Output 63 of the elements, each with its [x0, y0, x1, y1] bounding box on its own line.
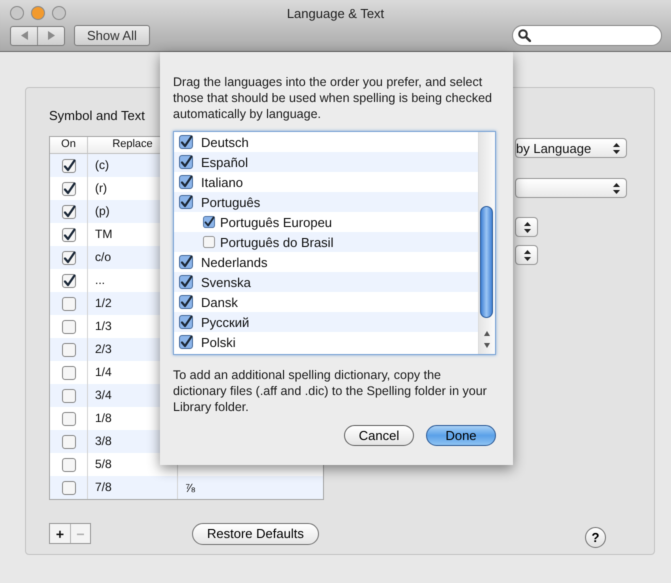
checkbox[interactable]: [62, 228, 76, 242]
language-name: Português do Brasil: [220, 234, 334, 250]
language-name: Nederlands: [201, 254, 268, 270]
checkbox[interactable]: [179, 255, 193, 269]
table-cell: 7/8: [88, 476, 178, 499]
instructions-text: Drag the languages into the order you prefer, and select those that should be used when spelling is being checked automatically by language.: [173, 74, 493, 122]
checkbox[interactable]: [203, 216, 215, 228]
checkbox[interactable]: [62, 412, 76, 426]
language-name: Italiano: [201, 174, 243, 190]
checkbox[interactable]: [179, 275, 193, 289]
checkbox[interactable]: [62, 296, 76, 310]
checkbox[interactable]: [62, 158, 76, 172]
updown-arrows-icon: [524, 250, 530, 260]
dialog-button[interactable]: Cancel: [344, 425, 414, 446]
checkbox[interactable]: [62, 274, 76, 288]
help-button[interactable]: ?: [585, 527, 606, 548]
checkbox[interactable]: [62, 250, 76, 264]
checkbox[interactable]: [62, 366, 76, 380]
checkbox[interactable]: [179, 335, 193, 349]
checkbox[interactable]: [62, 342, 76, 356]
checkbox[interactable]: [62, 388, 76, 402]
language-name: Dansk: [201, 294, 238, 310]
checkbox[interactable]: [62, 182, 76, 196]
language-name: Português Europeu: [220, 214, 332, 230]
forward-icon: [48, 31, 54, 40]
window-title: Language & Text: [286, 6, 384, 21]
checkbox[interactable]: [62, 204, 76, 218]
language-name: Español: [201, 154, 248, 170]
section-label: Symbol and Text: [49, 108, 145, 123]
updown-arrows-icon: [612, 142, 620, 154]
checkbox[interactable]: [179, 295, 193, 309]
restore-defaults-button[interactable]: Restore Defaults: [192, 522, 319, 544]
show-all-button[interactable]: Show All: [74, 25, 150, 46]
checkbox[interactable]: [179, 135, 193, 149]
checkbox[interactable]: [179, 195, 193, 209]
language-list[interactable]: Deutsch Español Italiano Português Português Europeu Português do Brasil Nederlands Svenska Dansk Русский Polski: [173, 131, 496, 355]
back-icon: [20, 31, 28, 40]
updown-arrows-icon: [612, 182, 620, 194]
updown-arrows-icon: [524, 222, 530, 232]
checkbox[interactable]: [62, 480, 76, 494]
search-icon: [518, 29, 531, 42]
popup-menu[interactable]: [515, 217, 538, 237]
checkbox[interactable]: [62, 458, 76, 472]
checkbox[interactable]: [203, 236, 215, 248]
add-button[interactable]: +: [50, 524, 70, 543]
popup-menu[interactable]: by Language: [515, 138, 627, 158]
table-cell: ⅞: [185, 480, 196, 494]
popup-menu[interactable]: [515, 245, 538, 265]
column-header[interactable]: On: [50, 137, 88, 153]
language-name: Polski: [201, 334, 236, 350]
back-forward-control[interactable]: [10, 26, 65, 46]
language-name: Deutsch: [201, 134, 249, 150]
checkbox[interactable]: [179, 175, 193, 189]
language-name: Português: [201, 194, 260, 210]
search-field[interactable]: [512, 25, 662, 46]
scrollbar[interactable]: [478, 132, 495, 354]
checkbox[interactable]: [62, 434, 76, 448]
language-name: Svenska: [201, 274, 251, 290]
checkbox[interactable]: [179, 155, 193, 169]
language-name: Русский: [201, 314, 250, 330]
checkbox[interactable]: [62, 320, 76, 334]
checkbox[interactable]: [179, 315, 193, 329]
dialog-button[interactable]: Done: [426, 425, 496, 446]
